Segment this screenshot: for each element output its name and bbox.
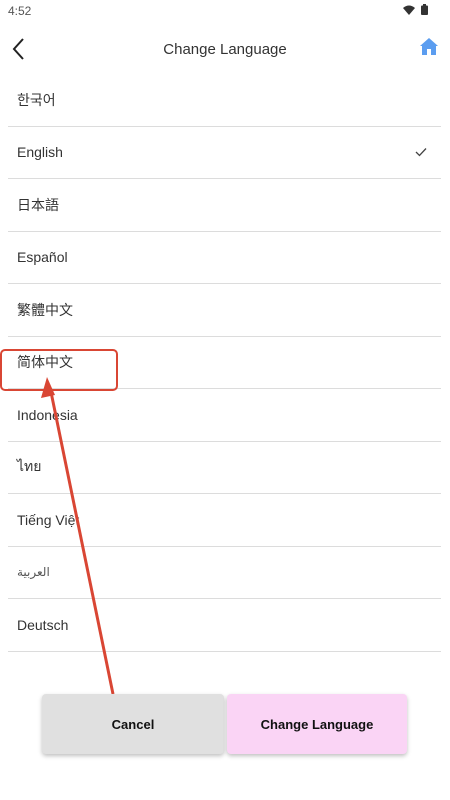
- language-label: English: [17, 144, 63, 161]
- language-label: 한국어: [17, 91, 56, 108]
- status-icons: [403, 4, 428, 15]
- cancel-button[interactable]: Cancel: [42, 694, 224, 754]
- language-item[interactable]: 日本語: [8, 179, 441, 232]
- language-item[interactable]: Deutsch: [8, 599, 441, 652]
- language-label: 简体中文: [17, 354, 73, 371]
- language-list: 한국어 English 日本語 Español 繁體中文 简体中文 Indone…: [8, 74, 441, 652]
- battery-icon: [421, 4, 428, 15]
- language-item[interactable]: 한국어: [8, 74, 441, 127]
- language-item[interactable]: Español: [8, 232, 441, 284]
- status-bar: 4:52: [0, 0, 450, 22]
- language-item[interactable]: Tiếng Việt: [8, 494, 441, 547]
- page-title: Change Language: [163, 41, 287, 58]
- language-label: Español: [17, 249, 68, 266]
- language-item[interactable]: Indonesia: [8, 389, 441, 442]
- change-language-button[interactable]: Change Language: [227, 694, 407, 754]
- app-bar: Change Language: [0, 22, 450, 78]
- language-label: 日本語: [17, 196, 59, 213]
- language-label: العربية: [17, 565, 50, 580]
- check-icon: [415, 148, 427, 157]
- language-label: Deutsch: [17, 616, 69, 633]
- language-label: ไทย: [17, 458, 42, 475]
- language-item[interactable]: 繁體中文: [8, 284, 441, 337]
- language-item[interactable]: ไทย: [8, 442, 441, 494]
- home-button[interactable]: [418, 36, 440, 58]
- language-label: 繁體中文: [17, 301, 73, 318]
- language-item[interactable]: English: [8, 127, 441, 179]
- language-label: Indonesia: [17, 406, 78, 423]
- status-time: 4:52: [8, 4, 32, 18]
- language-item[interactable]: 简体中文: [8, 337, 441, 389]
- wifi-icon: [403, 5, 415, 15]
- language-item[interactable]: العربية: [8, 547, 441, 599]
- home-icon: [420, 38, 438, 55]
- language-label: Tiếng Việt: [17, 511, 80, 528]
